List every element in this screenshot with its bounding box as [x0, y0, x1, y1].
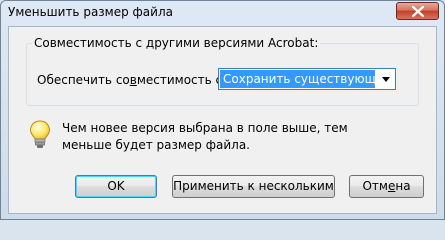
compatibility-label: Обеспечить совместимость с:: [37, 73, 227, 87]
window-title: Уменьшить размер файла: [8, 5, 173, 19]
title-bar[interactable]: Уменьшить размер файла: [1, 1, 444, 25]
cancel-button[interactable]: Отмена: [349, 175, 424, 198]
dialog-window: Уменьшить размер файла Совместимость с д…: [0, 0, 445, 220]
dropdown-button[interactable]: [377, 69, 395, 89]
close-icon: [412, 6, 424, 17]
dialog-content: Совместимость с другими версиями Acrobat…: [8, 26, 437, 214]
compatibility-select-value: Сохранить существующее: [220, 70, 375, 88]
chevron-down-icon: [382, 77, 390, 82]
close-button[interactable]: [396, 2, 439, 20]
group-title: Совместимость с другими версиями Acrobat…: [32, 36, 321, 50]
compatibility-group: Совместимость с другими версиями Acrobat…: [26, 36, 419, 106]
compatibility-select[interactable]: Сохранить существующее: [218, 68, 396, 90]
info-text: Чем новее версия выбрана в поле выше, те…: [62, 121, 348, 152]
lightbulb-icon: [29, 120, 51, 148]
ok-button[interactable]: OK: [75, 175, 157, 198]
apply-to-multiple-button[interactable]: Применить к нескольким: [172, 175, 335, 198]
info-section: Чем новее версия выбрана в поле выше, те…: [29, 120, 409, 160]
